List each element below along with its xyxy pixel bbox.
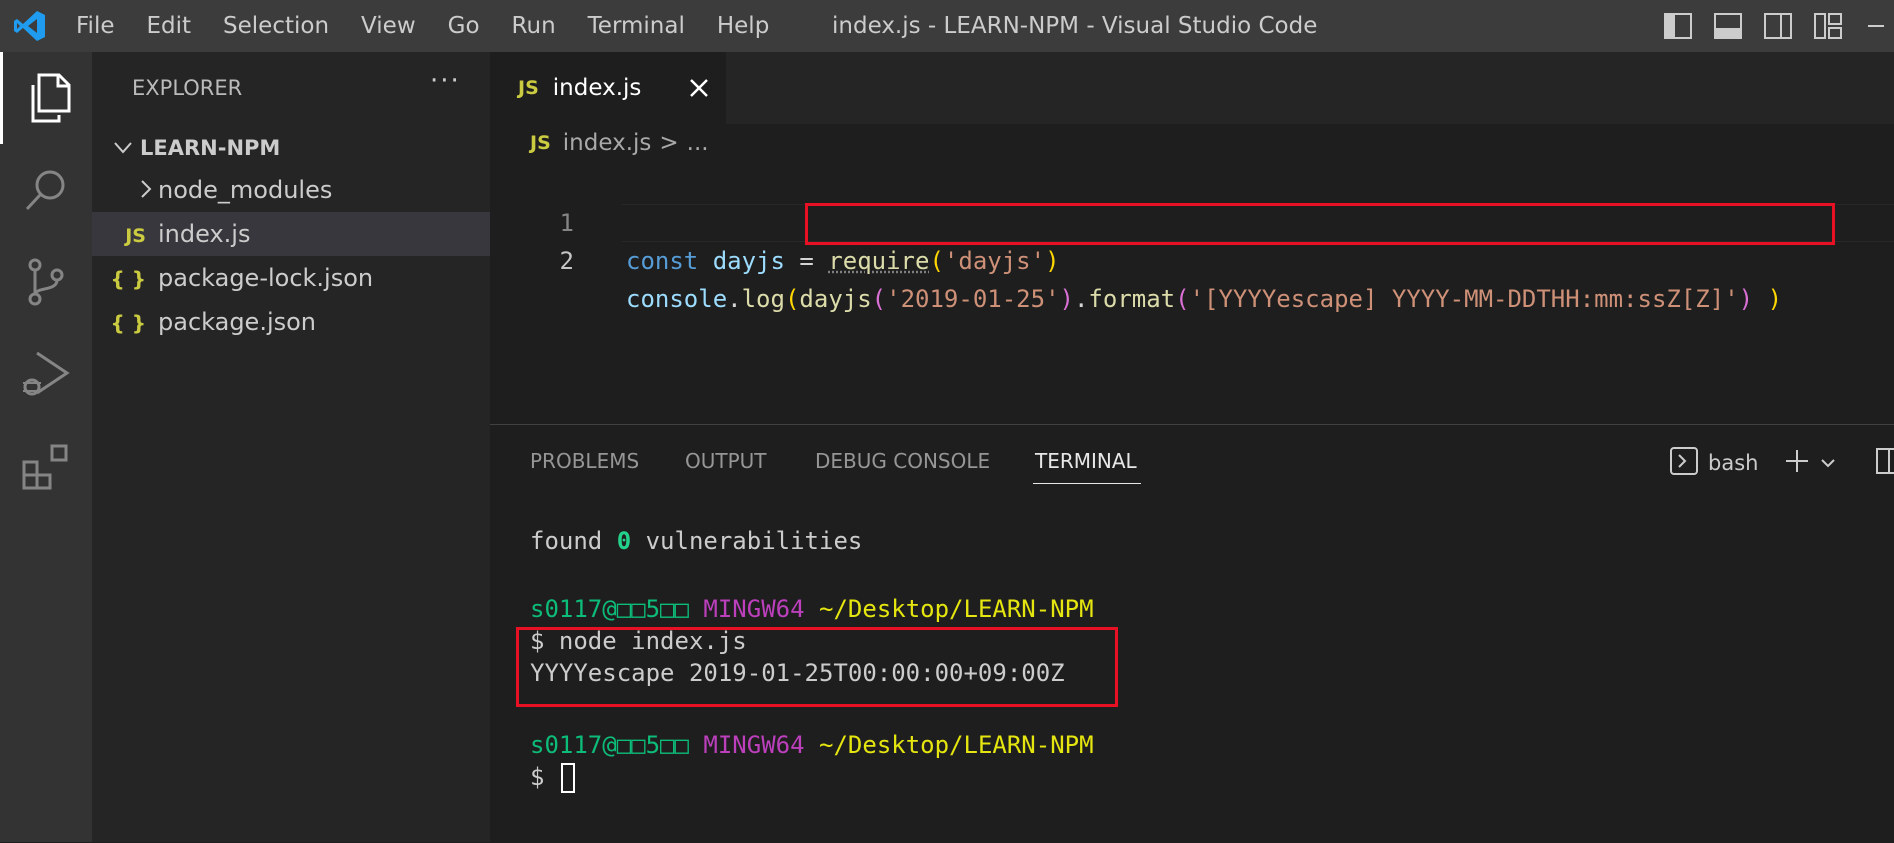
menu-run[interactable]: Run (496, 0, 572, 52)
chevron-down-icon (92, 138, 140, 159)
terminal-line-found: found 0 vulnerabilities (530, 527, 863, 555)
tree-item-label: package-lock.json (158, 264, 374, 292)
tab-index-js[interactable]: JS index.js (490, 52, 726, 124)
tab-output[interactable]: OUTPUT (685, 449, 767, 473)
tree-item-index-js[interactable]: JS index.js (92, 212, 490, 256)
terminal-shell-icon (1670, 447, 1698, 479)
chevron-right-icon (92, 176, 158, 204)
js-file-icon: JS (518, 77, 539, 99)
breadcrumb-file[interactable]: index.js (563, 130, 652, 156)
tab-label: index.js (552, 75, 642, 101)
menu-go[interactable]: Go (432, 0, 496, 52)
breadcrumb: JS index.js > ... (530, 130, 709, 156)
menu-selection[interactable]: Selection (207, 0, 345, 52)
json-file-icon: { } (110, 267, 146, 291)
run-debug-icon[interactable] (0, 328, 92, 420)
tree-item-label: index.js (158, 220, 251, 248)
menu-file[interactable]: File (60, 0, 131, 52)
code-text: console.log(dayjs('2019-01-25').format('… (626, 285, 1783, 313)
terminal-shell-name[interactable]: bash (1708, 451, 1758, 475)
toggle-panel-icon[interactable] (1714, 13, 1742, 39)
search-icon[interactable] (0, 144, 92, 236)
explorer-icon[interactable] (0, 52, 92, 144)
explorer-sidebar: EXPLORER ··· LEARN-NPM node_modules JS i… (92, 52, 490, 842)
vscode-logo-icon (0, 0, 60, 52)
json-file-icon: { } (110, 311, 146, 335)
breadcrumb-separator: > (659, 130, 679, 156)
breadcrumb-more[interactable]: ... (687, 130, 709, 156)
terminal-highlight-box (516, 627, 1118, 707)
menu-help[interactable]: Help (701, 0, 785, 52)
menu-edit[interactable]: Edit (131, 0, 208, 52)
customize-layout-icon[interactable] (1814, 13, 1842, 39)
terminal-prompt: s0117@□□5□□ MINGW64 ~/Desktop/LEARN-NPM (530, 595, 1094, 623)
toggle-primary-sidebar-icon[interactable] (1664, 13, 1692, 39)
terminal-actions: bash (1670, 447, 1894, 479)
js-file-icon: JS (125, 225, 146, 247)
terminal-cursor (560, 763, 575, 793)
activity-bar (0, 52, 92, 842)
menu-view[interactable]: View (345, 0, 432, 52)
editor-tab-bar: JS index.js (490, 52, 1894, 124)
tree-item-label: package.json (158, 308, 317, 336)
extensions-icon[interactable] (0, 420, 92, 512)
sidebar-title: EXPLORER (132, 76, 243, 100)
code-line: 1 const dayjs = require('dayjs') (490, 166, 1894, 275)
minimize-icon[interactable] (1864, 13, 1884, 39)
line-number: 2 (559, 247, 574, 275)
window-title: index.js - LEARN-NPM - Visual Studio Cod… (832, 13, 1318, 39)
workspace-folder[interactable]: LEARN-NPM (92, 127, 490, 169)
toggle-secondary-sidebar-icon[interactable] (1764, 13, 1792, 39)
terminal-input-line: $ (530, 761, 575, 793)
tab-terminal[interactable]: TERMINAL (1033, 449, 1141, 484)
close-icon[interactable] (688, 70, 710, 110)
menu-terminal[interactable]: Terminal (572, 0, 701, 52)
menu-bar: File Edit Selection View Go Run Terminal… (60, 0, 785, 52)
workspace-folder-label: LEARN-NPM (140, 136, 281, 160)
tab-problems[interactable]: PROBLEMS (530, 449, 639, 473)
code-text: const dayjs = require('dayjs') (626, 247, 1060, 275)
tree-item-node-modules[interactable]: node_modules (92, 168, 490, 212)
split-terminal-icon[interactable] (1876, 448, 1894, 478)
tree-item-package-json[interactable]: { } package.json (92, 300, 490, 344)
code-highlight-box (805, 203, 1835, 245)
terminal-dropdown-chevron-icon[interactable] (1820, 454, 1836, 473)
layout-controls (1664, 0, 1894, 52)
tree-item-package-lock-json[interactable]: { } package-lock.json (92, 256, 490, 300)
js-file-icon: JS (530, 132, 551, 154)
new-terminal-plus-icon[interactable] (1784, 448, 1810, 478)
terminal-prompt: s0117@□□5□□ MINGW64 ~/Desktop/LEARN-NPM (530, 731, 1094, 759)
panel-tabs: PROBLEMS OUTPUT DEBUG CONSOLE TERMINAL b… (490, 425, 1894, 487)
title-bar: File Edit Selection View Go Run Terminal… (0, 0, 1894, 52)
tree-item-label: node_modules (158, 176, 333, 204)
source-control-icon[interactable] (0, 236, 92, 328)
tab-debug-console[interactable]: DEBUG CONSOLE (815, 449, 990, 473)
more-actions-icon[interactable]: ··· (430, 66, 461, 96)
